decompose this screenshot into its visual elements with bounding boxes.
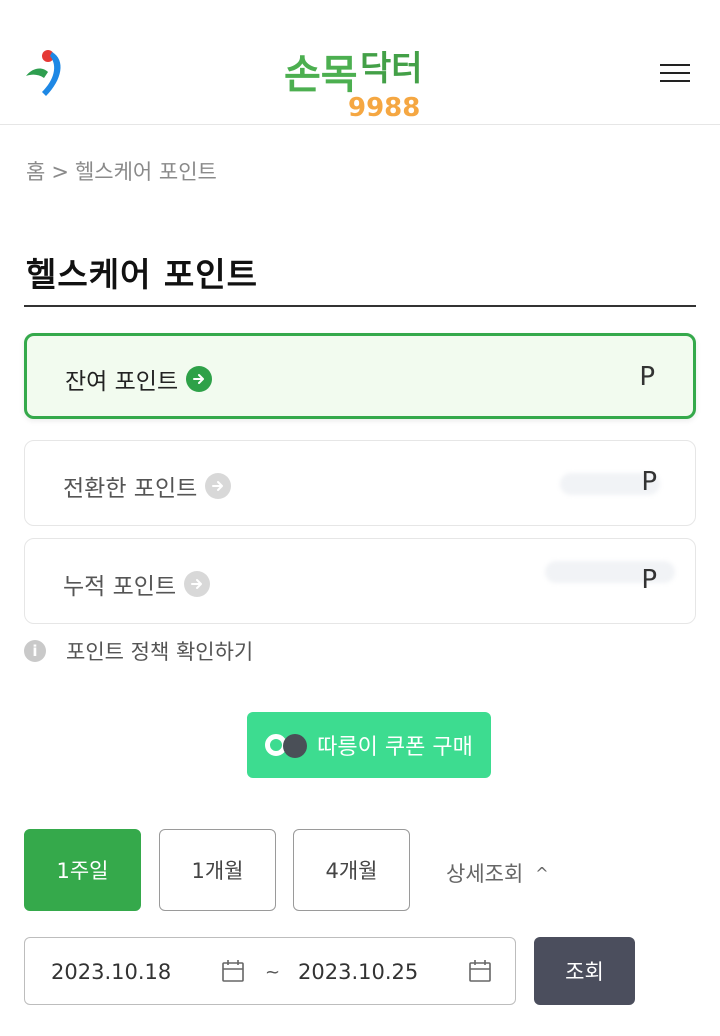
date-range-separator: ~: [265, 962, 281, 983]
search-button[interactable]: 조회: [534, 937, 635, 1005]
info-icon: i: [24, 640, 46, 662]
breadcrumb-separator: >: [51, 160, 69, 184]
converted-points-card[interactable]: 전환한 포인트 P: [24, 440, 696, 526]
coupon-button-label: 따릉이 쿠폰 구매: [317, 735, 473, 760]
remaining-points-label: 잔여 포인트: [65, 369, 179, 395]
converted-points-label: 전환한 포인트: [63, 476, 198, 502]
detail-search-toggle[interactable]: 상세조회 ^: [446, 858, 549, 888]
app-header: 손목 닥터 9988: [0, 0, 720, 125]
svg-text:닥터: 닥터: [360, 49, 423, 89]
point-policy-link[interactable]: i 포인트 정책 확인하기: [24, 636, 253, 666]
brand-logo[interactable]: 손목 닥터 9988: [282, 38, 432, 126]
hamburger-menu-icon[interactable]: [660, 64, 694, 88]
arrow-right-icon[interactable]: [184, 571, 211, 597]
toggle-icon: [265, 734, 308, 758]
period-1week-button[interactable]: 1주일: [24, 829, 141, 911]
breadcrumb-current: 헬스케어 포인트: [74, 160, 217, 184]
date-range-field[interactable]: 2023.10.18 ~ 2023.10.25: [24, 937, 516, 1005]
end-date-input[interactable]: 2023.10.25: [298, 960, 418, 984]
page-title: 헬스케어 포인트: [26, 255, 259, 294]
breadcrumb: 홈 > 헬스케어 포인트: [26, 156, 217, 186]
calendar-icon[interactable]: [221, 959, 245, 983]
remaining-points-card[interactable]: 잔여 포인트 P: [24, 333, 696, 419]
detail-search-label: 상세조회: [446, 862, 524, 886]
period-4months-button[interactable]: 4개월: [293, 829, 410, 911]
bike-coupon-purchase-button[interactable]: 따릉이 쿠폰 구매: [247, 712, 491, 778]
svg-text:9988: 9988: [348, 93, 420, 123]
cumulative-points-card[interactable]: 누적 포인트 P: [24, 538, 696, 624]
remaining-points-unit: P: [639, 362, 655, 392]
svg-text:손목: 손목: [284, 52, 358, 98]
breadcrumb-home[interactable]: 홈: [26, 160, 45, 184]
chevron-up-icon: ^: [535, 863, 549, 883]
cumulative-points-label: 누적 포인트: [63, 574, 177, 600]
title-divider: [24, 305, 696, 307]
seoul-city-logo[interactable]: [22, 46, 70, 98]
point-policy-text[interactable]: 포인트 정책 확인하기: [66, 636, 253, 666]
cumulative-points-unit: P: [641, 565, 657, 595]
arrow-right-icon[interactable]: [186, 366, 213, 392]
arrow-right-icon[interactable]: [205, 473, 232, 499]
calendar-icon[interactable]: [468, 959, 492, 983]
period-1month-button[interactable]: 1개월: [159, 829, 276, 911]
converted-points-unit: P: [641, 467, 657, 497]
start-date-input[interactable]: 2023.10.18: [51, 960, 171, 984]
